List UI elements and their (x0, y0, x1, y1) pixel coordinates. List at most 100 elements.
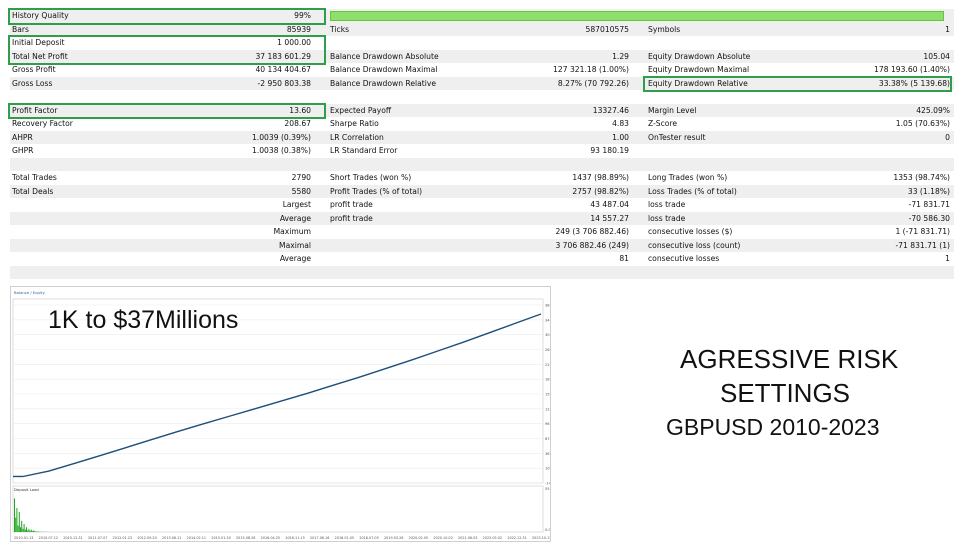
report-row (10, 265, 954, 280)
deposit-load-bar (20, 527, 21, 532)
y-tick-label: 30565876 (545, 333, 550, 337)
deposit-load-bar (28, 528, 30, 532)
metric-value: 127 321.18 (1.00%) (553, 65, 629, 74)
metric-value: 1.0038 (0.38%) (251, 146, 311, 155)
report-row: Maximum 249 (3 706 882.46) consecutive los… (10, 225, 954, 239)
deposit-load-bar (24, 529, 26, 532)
x-tick-label: 2021.06.03 (458, 536, 477, 540)
report-row: Average profit trade 14 557.27 loss trade -7… (10, 211, 954, 225)
side-title-line1: AGRESSIVE RISK (680, 344, 899, 374)
deposit-load-bar (15, 517, 17, 532)
metric-value: -71 831.71 (908, 200, 950, 209)
metric-value: 13.60 (289, 105, 311, 115)
y-tick-label: 26697190 (545, 348, 550, 352)
metric-value: 1.00 (612, 132, 629, 142)
metric-value: 1 (945, 24, 950, 34)
report-row: Largest profit trade 43 487.04 loss trade -7… (10, 198, 954, 212)
deposit-load-bar (27, 530, 29, 532)
report-row: Total Trades 2790 Short Trades (won %) 1437… (10, 171, 954, 185)
x-tick-label: 2010.12.31 (63, 536, 82, 540)
x-tick-label: 2011.07.07 (88, 536, 107, 540)
y-tick-label: -1459290 (545, 482, 550, 486)
metric-value: 85939 (286, 24, 311, 34)
metric-value: 0 (945, 132, 950, 142)
metric-value: -2 950 803.38 (257, 78, 311, 88)
metric-value: 208.67 (284, 119, 311, 128)
x-tick-label: 2013.06.11 (162, 536, 181, 540)
metric-value: 40 134 404.67 (255, 65, 311, 74)
x-tick-label: 2014.02.11 (187, 536, 206, 540)
x-tick-label: 2016.11.15 (285, 536, 304, 540)
y-tick-label: 3679070 (545, 452, 550, 456)
x-tick-label: 2015.01.30 (211, 536, 230, 540)
y-tick-label: 12221790 (545, 407, 550, 411)
y-tick-label: 22828510 (545, 363, 550, 367)
y-tick-label: 15091150 (545, 393, 550, 397)
metric-value: 33 (1.18%) (907, 186, 950, 196)
y-tick-label: 38303231 (545, 304, 550, 308)
report-row: Total Net Profit 37 183 601.29 Balance Dra… (10, 49, 954, 63)
history-quality-bar (330, 11, 944, 21)
metric-value: Maximal (279, 240, 311, 250)
deposit-load-bar (34, 531, 36, 532)
metric-label: Expected Payoff (330, 105, 392, 115)
deposit-load-bar (14, 498, 15, 532)
deposit-load-bar (18, 512, 20, 532)
report-row: Average 81 consecutive losses 1 (10, 252, 954, 266)
deposit-load-label: Deposit Load (14, 487, 39, 492)
metric-label (330, 36, 490, 50)
metric-label: Balance Drawdown Maximal (330, 65, 438, 74)
deposit-load-bar (26, 527, 27, 532)
x-tick-label: 2020.10.02 (433, 536, 452, 540)
metric-label: LR Correlation (330, 132, 384, 142)
metric-value (770, 36, 950, 50)
x-tick-label: 2020.02.05 (409, 536, 428, 540)
x-tick-label: 2018.01.05 (335, 536, 354, 540)
metric-label (330, 158, 490, 172)
side-title-line2: SETTINGS (720, 378, 851, 408)
metric-value: 33.38% (5 139.68) (878, 78, 950, 88)
x-tick-label: 2010.07.12 (39, 536, 58, 540)
metric-value: 1353 (98.74%) (893, 173, 950, 182)
metric-label (330, 225, 490, 239)
report-row: Maximal 3 706 882.46 (249) consecutive los… (10, 238, 954, 253)
metric-value (470, 158, 629, 172)
metric-value: 1 (-71 831.71) (895, 227, 950, 236)
metric-value: 99% (294, 11, 311, 20)
report-row: Profit Factor 13.60 Expected Payoff 13327.4… (10, 103, 954, 117)
metric-label (330, 239, 490, 253)
metric-value (770, 158, 950, 172)
report-row: Initial Deposit 1 000.00 (10, 36, 954, 50)
metric-value: 1 (945, 254, 950, 263)
deposit-load-area (12, 485, 544, 533)
deposit-load-bar (23, 524, 25, 532)
y-tick-label: 9618430 (545, 422, 550, 426)
metric-value: 1.05 (70.63%) (895, 119, 950, 128)
metric-value: -70 586.30 (908, 213, 950, 223)
report-row: GHPR 1.0038 (0.38%) LR Standard Error 93 18… (10, 144, 954, 158)
metric-label: LR Standard Error (330, 146, 398, 155)
metric-value: 3 706 882.46 (249) (555, 240, 629, 250)
metric-value (110, 90, 311, 104)
headline-overlay: 1K to $37Millions (48, 306, 239, 334)
metric-value (470, 266, 629, 280)
x-tick-label: 2012.09.20 (137, 536, 156, 540)
metric-value (470, 90, 629, 104)
metric-value: Maximum (273, 227, 311, 236)
metric-value: 5580 (291, 186, 311, 196)
x-tick-label: 2023.10.13 (532, 536, 550, 540)
report-row: Gross Loss -2 950 803.38 Balance Drawdown … (10, 76, 954, 90)
metric-value (770, 144, 950, 158)
metric-label (330, 90, 490, 104)
metric-value: 13327.46 (592, 105, 629, 115)
x-tick-label: 2019.03.26 (384, 536, 403, 540)
deposit-load-tick: 55.0% (545, 487, 550, 491)
report-row (10, 90, 954, 104)
deposit-load-tick: 0.0% (545, 528, 550, 532)
deposit-load-bar (16, 508, 18, 532)
metric-value: 425.09% (916, 105, 950, 115)
metric-label: Profit Trades (% of total) (330, 186, 423, 196)
x-tick-label: 2022.05.02 (483, 536, 502, 540)
report-row: Gross Profit 40 134 404.67 Balance Drawdow… (10, 63, 954, 77)
metric-value (770, 90, 950, 104)
